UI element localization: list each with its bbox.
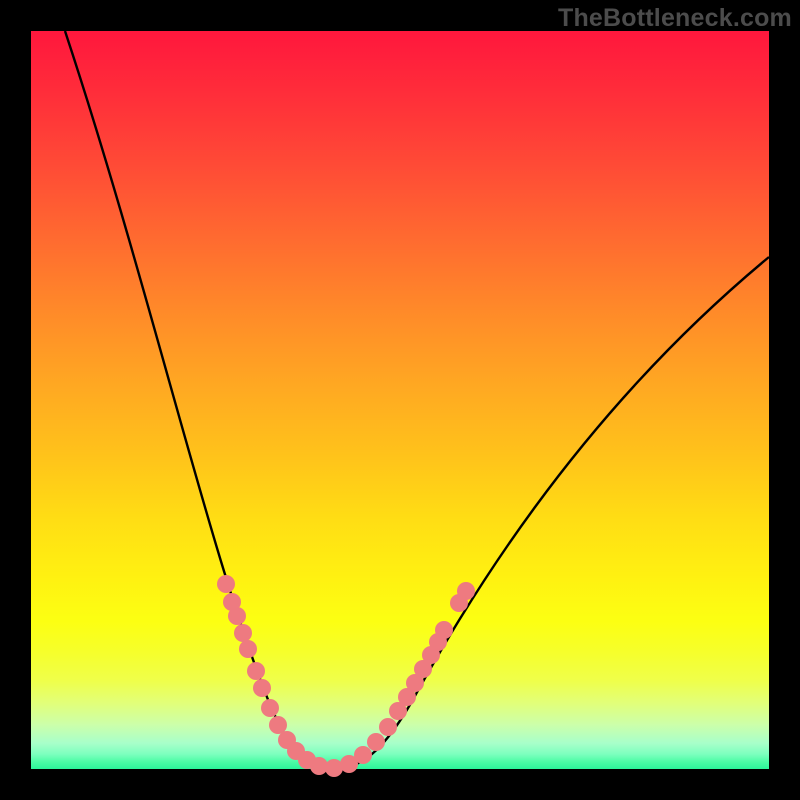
marker-dot: [457, 582, 475, 600]
marker-dot: [217, 575, 235, 593]
marker-dot: [379, 718, 397, 736]
bottleneck-curve: [65, 31, 769, 769]
marker-dot: [234, 624, 252, 642]
marker-dot: [269, 716, 287, 734]
chart-frame: TheBottleneck.com: [0, 0, 800, 800]
recommended-range-dots: [217, 575, 475, 777]
marker-dot: [239, 640, 257, 658]
chart-svg: [31, 31, 769, 769]
marker-dot: [228, 607, 246, 625]
marker-dot: [247, 662, 265, 680]
marker-dot: [253, 679, 271, 697]
marker-dot: [261, 699, 279, 717]
marker-dot: [354, 746, 372, 764]
plot-area: [31, 31, 769, 769]
watermark-text: TheBottleneck.com: [558, 4, 792, 33]
marker-dot: [367, 733, 385, 751]
marker-dot: [435, 621, 453, 639]
